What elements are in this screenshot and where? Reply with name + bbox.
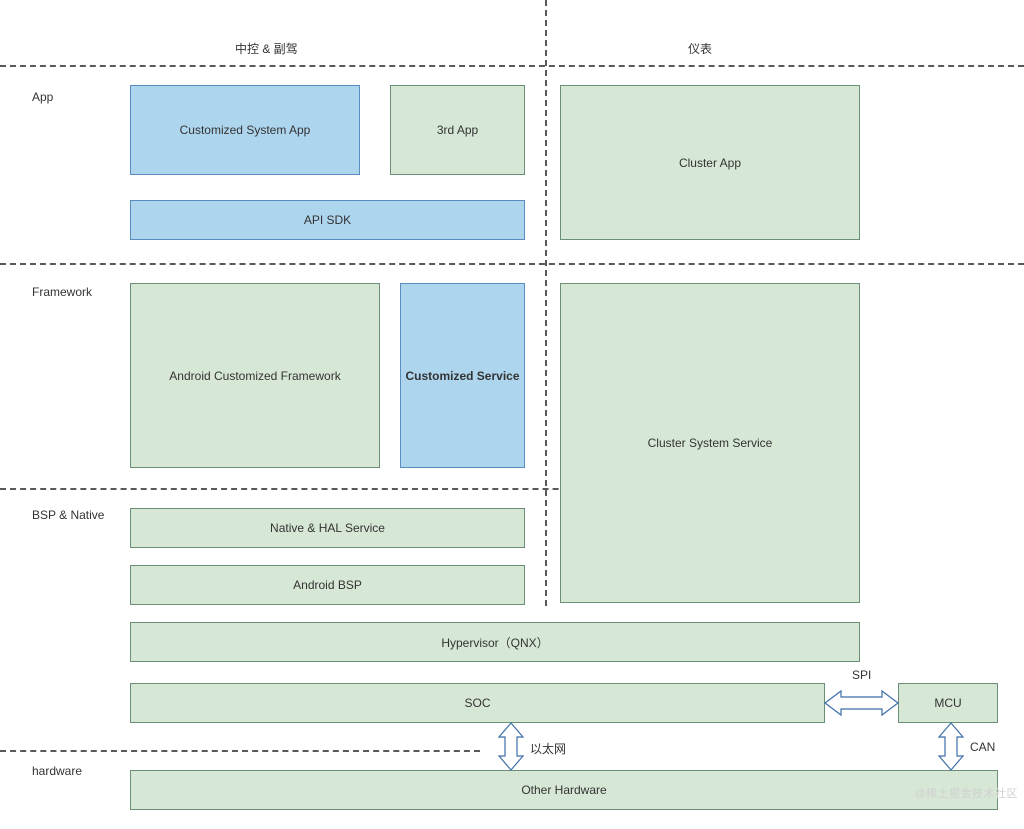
header-right-label: 仪表 bbox=[688, 40, 712, 57]
arrow-ethernet-label: 以太网 bbox=[528, 740, 568, 757]
box-cluster-system-service: Cluster System Service bbox=[560, 283, 860, 603]
box-other-hardware: Other Hardware bbox=[130, 770, 998, 810]
box-label: 3rd App bbox=[437, 123, 478, 137]
header-left-label: 中控 & 副驾 bbox=[235, 40, 298, 57]
box-api-sdk: API SDK bbox=[130, 200, 525, 240]
arrow-spi bbox=[825, 688, 898, 718]
box-android-bsp: Android BSP bbox=[130, 565, 525, 605]
box-label: Android BSP bbox=[293, 578, 362, 592]
layer-hardware-label: hardware bbox=[32, 764, 82, 778]
box-cluster-app: Cluster App bbox=[560, 85, 860, 240]
box-third-app: 3rd App bbox=[390, 85, 525, 175]
box-soc: SOC bbox=[130, 683, 825, 723]
divider-hardware bbox=[0, 750, 480, 752]
box-customized-service: Customized Service bbox=[400, 283, 525, 468]
layer-framework-label: Framework bbox=[32, 285, 92, 299]
box-label: Customized Service bbox=[405, 369, 519, 383]
divider-top bbox=[0, 65, 1024, 67]
arrow-can-label: CAN bbox=[968, 740, 997, 754]
box-android-customized-framework: Android Customized Framework bbox=[130, 283, 380, 468]
box-customized-system-app: Customized System App bbox=[130, 85, 360, 175]
box-label: Cluster App bbox=[679, 156, 741, 170]
arrow-spi-label: SPI bbox=[850, 668, 873, 682]
box-label: SOC bbox=[464, 696, 490, 710]
box-native-hal-service: Native & HAL Service bbox=[130, 508, 525, 548]
arrow-can bbox=[936, 723, 966, 770]
box-label: Hypervisor（QNX） bbox=[441, 634, 548, 651]
layer-bsp-native-label: BSP & Native bbox=[32, 508, 104, 522]
box-label: Other Hardware bbox=[521, 783, 606, 797]
divider-app-framework bbox=[0, 263, 1024, 265]
layer-app-label: App bbox=[32, 90, 53, 104]
arrow-ethernet: partially> bbox=[496, 723, 526, 770]
box-label: Android Customized Framework bbox=[169, 369, 340, 383]
box-label: Native & HAL Service bbox=[270, 521, 385, 535]
watermark: @稀土掘金技术社区 bbox=[914, 785, 1018, 801]
divider-vertical-center bbox=[545, 0, 547, 606]
box-mcu: MCU bbox=[898, 683, 998, 723]
box-label: Cluster System Service bbox=[648, 436, 773, 450]
box-label: Customized System App bbox=[180, 123, 311, 137]
box-hypervisor: Hypervisor（QNX） bbox=[130, 622, 860, 662]
box-label: MCU bbox=[934, 696, 961, 710]
box-label: API SDK bbox=[304, 213, 351, 227]
